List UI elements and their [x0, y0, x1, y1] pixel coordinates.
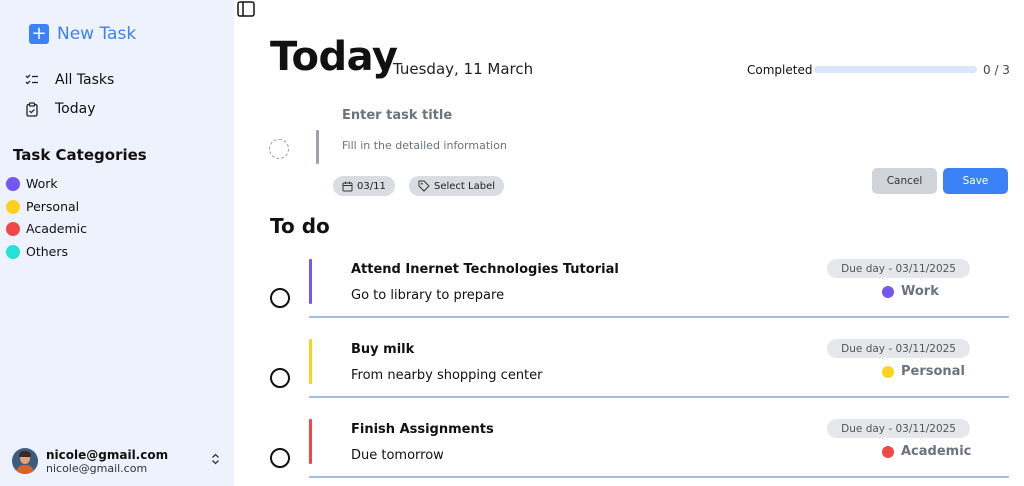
sidebar-toggle-icon[interactable]: [237, 1, 255, 17]
task-checkbox[interactable]: [270, 448, 290, 468]
date-chip-label: 03/11: [357, 180, 386, 192]
task-item[interactable]: Finish Assignments Due tomorrow Due day …: [265, 419, 1009, 486]
task-category: Personal: [882, 364, 965, 379]
category-dot: [882, 445, 894, 458]
user-menu[interactable]: nicole@gmail.com nicole@gmail.com: [12, 446, 224, 476]
task-color-bar: [309, 419, 312, 464]
progress-bar: [814, 66, 977, 73]
category-label: Academic: [26, 221, 88, 236]
page-title: Today: [270, 34, 398, 80]
task-description-input[interactable]: [342, 136, 842, 154]
chevron-up-down-icon: [211, 453, 220, 468]
category-others[interactable]: Others: [6, 244, 68, 259]
sidebar-item-label: Today: [55, 101, 96, 117]
tag-icon: [418, 180, 430, 192]
new-task-checkbox[interactable]: [269, 139, 289, 159]
category-academic[interactable]: Academic: [6, 221, 87, 236]
task-category: Academic: [882, 444, 971, 459]
cancel-button[interactable]: Cancel: [872, 168, 937, 194]
task-color-bar: [309, 259, 312, 304]
user-name: nicole@gmail.com: [46, 447, 169, 462]
task-title: Buy milk: [351, 342, 415, 357]
task-title-input[interactable]: [342, 105, 842, 125]
task-title: Finish Assignments: [351, 422, 494, 437]
category-dot: [6, 199, 20, 214]
task-category-label: Academic: [901, 444, 972, 459]
category-personal[interactable]: Personal: [6, 199, 79, 214]
category-work[interactable]: Work: [6, 176, 58, 191]
due-date-badge: Due day - 03/11/2025: [827, 259, 970, 278]
task-checkbox[interactable]: [270, 368, 290, 388]
new-task-button[interactable]: + New Task: [29, 24, 136, 44]
checklist-icon: [24, 72, 40, 88]
task-category-label: Personal: [901, 364, 965, 379]
user-email: nicole@gmail.com: [46, 461, 148, 475]
date-picker-chip[interactable]: 03/11: [333, 176, 395, 196]
task-color-bar: [309, 339, 312, 384]
categories-title: Task Categories: [13, 146, 147, 164]
label-chip-label: Select Label: [434, 180, 496, 192]
completed-count: 0 / 3: [983, 63, 1010, 77]
calendar-icon: [342, 181, 353, 191]
due-date-badge: Due day - 03/11/2025: [827, 339, 970, 358]
new-task-label: New Task: [57, 24, 137, 44]
task-category-label: Work: [901, 284, 939, 299]
task-category: Work: [882, 284, 939, 299]
category-dot: [6, 244, 20, 259]
avatar: [12, 448, 38, 474]
save-button[interactable]: Save: [943, 168, 1008, 194]
category-dot: [882, 285, 894, 298]
task-title: Attend Inernet Technologies Tutorial: [351, 262, 619, 277]
task-divider: [309, 396, 1009, 398]
sidebar: + New Task All Tasks Today Task Categori…: [0, 0, 234, 486]
plus-icon: +: [29, 24, 49, 44]
todo-section-title: To do: [270, 214, 330, 238]
label-picker-chip[interactable]: Select Label: [409, 176, 505, 196]
task-divider: [309, 316, 1009, 318]
due-date-badge: Due day - 03/11/2025: [827, 419, 970, 438]
category-dot: [6, 176, 20, 191]
task-description: Due tomorrow: [351, 448, 444, 463]
task-checkbox[interactable]: [270, 288, 290, 308]
category-label: Personal: [26, 199, 80, 214]
category-label: Work: [26, 176, 58, 191]
task-item[interactable]: Buy milk From nearby shopping center Due…: [265, 339, 1009, 417]
new-task-color-bar: [316, 130, 319, 164]
page-date: Tuesday, 11 March: [393, 60, 534, 78]
task-divider: [309, 476, 1009, 478]
category-dot: [882, 365, 894, 378]
sidebar-item-label: All Tasks: [55, 72, 115, 88]
task-description: From nearby shopping center: [351, 368, 543, 383]
category-dot: [6, 221, 20, 236]
sidebar-item-all-tasks[interactable]: All Tasks: [24, 72, 114, 88]
clipboard-icon: [24, 101, 40, 117]
category-label: Others: [26, 244, 69, 259]
task-description: Go to library to prepare: [351, 288, 505, 303]
task-item[interactable]: Attend Inernet Technologies Tutorial Go …: [265, 259, 1009, 337]
sidebar-item-today[interactable]: Today: [24, 101, 96, 117]
completed-label: Completed: [747, 63, 813, 77]
